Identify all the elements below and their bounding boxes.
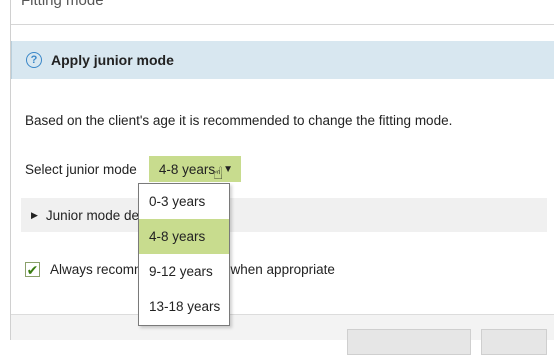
dropdown-option-9-12[interactable]: 9-12 years bbox=[139, 254, 229, 289]
junior-mode-details-expander[interactable]: ▶ Junior mode det bbox=[21, 198, 547, 232]
always-recommend-label-end: e when appropriate bbox=[219, 262, 335, 277]
junior-mode-dropdown-list: 0-3 years 4-8 years 9-12 years 13-18 yea… bbox=[138, 183, 230, 326]
help-circle-icon[interactable]: ? bbox=[26, 52, 42, 68]
triangle-down-icon: ▼ bbox=[223, 163, 233, 175]
always-recommend-label-start: Always recomm bbox=[50, 262, 146, 277]
junior-mode-select[interactable]: 4-8 years ▼ ☝ bbox=[148, 156, 241, 183]
dropdown-option-13-18[interactable]: 13-18 years bbox=[139, 289, 229, 324]
select-current-value: 4-8 years bbox=[158, 161, 216, 177]
junior-mode-dialog: Fitting mode ? Apply junior mode Based o… bbox=[10, 0, 554, 355]
always-recommend-checkbox[interactable]: ✔ bbox=[25, 262, 40, 277]
checkmark-icon: ✔ bbox=[26, 261, 39, 278]
panel-description: Based on the client's age it is recommen… bbox=[25, 113, 453, 128]
panel-title: Apply junior mode bbox=[51, 52, 174, 68]
divider bbox=[11, 24, 554, 25]
footer-button-secondary[interactable] bbox=[481, 329, 547, 355]
hand-cursor-icon: ☝ bbox=[212, 164, 224, 183]
panel-header: ? Apply junior mode bbox=[11, 41, 554, 79]
dropdown-option-4-8[interactable]: 4-8 years bbox=[139, 219, 229, 254]
previous-section-title: Fitting mode bbox=[21, 0, 104, 9]
junior-mode-select-row: Select junior mode 4-8 years ▼ ☝ bbox=[25, 156, 241, 183]
select-junior-mode-label: Select junior mode bbox=[25, 161, 137, 177]
dropdown-option-0-3[interactable]: 0-3 years bbox=[139, 184, 229, 219]
expander-label: Junior mode det bbox=[45, 207, 143, 223]
footer-button-primary[interactable] bbox=[347, 329, 471, 355]
dialog-footer bbox=[11, 314, 554, 355]
triangle-right-icon: ▶ bbox=[31, 209, 38, 220]
